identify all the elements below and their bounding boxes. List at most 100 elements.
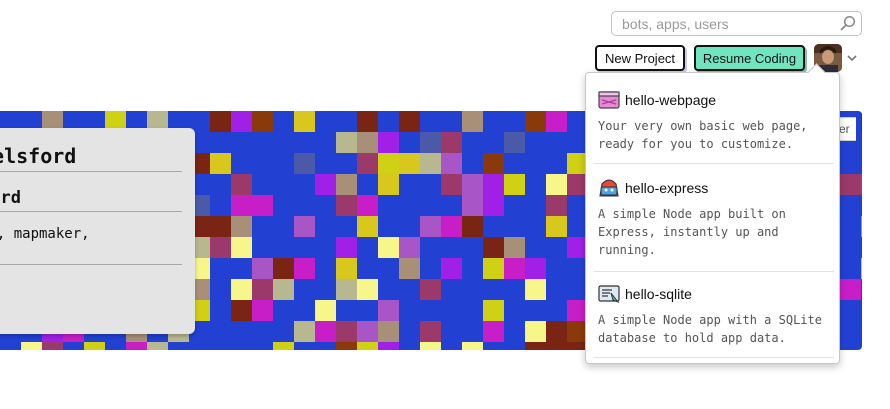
banner-pixel bbox=[231, 300, 252, 321]
banner-pixel bbox=[357, 216, 378, 237]
banner-pixel bbox=[504, 132, 525, 153]
banner-pixel bbox=[252, 258, 273, 279]
banner-pixel bbox=[84, 342, 105, 350]
menu-divider bbox=[594, 357, 834, 358]
menu-item-description: A simple Node app with a SQLite database… bbox=[598, 313, 822, 345]
banner-pixel bbox=[504, 174, 525, 195]
banner-pixel bbox=[546, 321, 567, 342]
banner-pixel bbox=[483, 153, 504, 174]
banner-pixel bbox=[231, 195, 252, 216]
banner-pixel bbox=[231, 237, 252, 258]
banner-pixel bbox=[378, 321, 399, 342]
banner-pixel bbox=[210, 216, 231, 237]
banner-pixel bbox=[147, 342, 168, 350]
banner-pixel bbox=[483, 258, 504, 279]
chevron-down-icon[interactable] bbox=[846, 53, 858, 63]
banner-pixel bbox=[420, 321, 441, 342]
new-project-dropdown: hello-webpage Your very own basic web pa… bbox=[585, 72, 840, 364]
banner-pixel bbox=[357, 111, 378, 132]
banner-pixel bbox=[357, 321, 378, 342]
banner-pixel bbox=[252, 195, 273, 216]
banner-pixel bbox=[441, 216, 462, 237]
menu-item-title: hello-express bbox=[625, 180, 709, 196]
express-icon bbox=[599, 179, 619, 197]
banner-pixel bbox=[861, 174, 862, 195]
banner-pixel bbox=[861, 111, 862, 132]
banner-pixel bbox=[462, 111, 483, 132]
banner-pixel bbox=[378, 342, 399, 350]
sqlite-icon bbox=[598, 285, 620, 304]
search-input[interactable] bbox=[611, 11, 862, 36]
banner-pixel bbox=[252, 300, 273, 321]
banner-pixel bbox=[378, 132, 399, 153]
banner-pixel bbox=[336, 342, 357, 350]
banner-pixel bbox=[483, 300, 504, 321]
banner-pixel bbox=[231, 111, 252, 132]
profile-name: relsford bbox=[0, 144, 77, 168]
banner-pixel bbox=[399, 237, 420, 258]
banner-pixel bbox=[399, 153, 420, 174]
banner-pixel bbox=[504, 237, 525, 258]
banner-pixel bbox=[462, 195, 483, 216]
banner-pixel bbox=[357, 195, 378, 216]
banner-pixel bbox=[525, 258, 546, 279]
menu-item-description: Your very own basic web page, ready for … bbox=[598, 119, 808, 151]
menu-item-hello-sqlite[interactable]: hello-sqlite A simple Node app with a SQ… bbox=[594, 283, 834, 347]
banner-pixel bbox=[378, 174, 399, 195]
banner-pixel bbox=[210, 111, 231, 132]
menu-divider bbox=[594, 163, 834, 164]
banner-pixel bbox=[861, 258, 862, 279]
webpage-icon bbox=[598, 91, 620, 109]
banner-pixel bbox=[399, 111, 420, 132]
banner-pixel bbox=[399, 258, 420, 279]
banner-pixel bbox=[273, 258, 294, 279]
banner-pixel bbox=[420, 153, 441, 174]
banner-pixel bbox=[294, 153, 315, 174]
card-divider bbox=[0, 211, 182, 212]
menu-divider bbox=[594, 271, 834, 272]
banner-pixel bbox=[294, 321, 315, 342]
banner-pixel bbox=[273, 342, 294, 350]
banner-pixel bbox=[378, 153, 399, 174]
banner-pixel bbox=[294, 216, 315, 237]
banner-pixel bbox=[483, 195, 504, 216]
resume-coding-button[interactable]: Resume Coding bbox=[694, 45, 805, 71]
banner-pixel bbox=[336, 279, 357, 300]
banner-pixel bbox=[42, 342, 63, 350]
banner-pixel bbox=[420, 342, 441, 350]
card-divider bbox=[0, 264, 182, 265]
banner-pixel bbox=[546, 195, 567, 216]
banner-pixel bbox=[336, 258, 357, 279]
banner-pixel bbox=[357, 279, 378, 300]
banner-pixel bbox=[546, 111, 567, 132]
banner-pixel bbox=[546, 216, 567, 237]
banner-pixel bbox=[357, 132, 378, 153]
banner-pixel bbox=[420, 279, 441, 300]
banner-pixel bbox=[462, 216, 483, 237]
banner-pixel bbox=[840, 174, 861, 195]
banner-pixel bbox=[252, 111, 273, 132]
menu-item-hello-express[interactable]: hello-express A simple Node app built on… bbox=[594, 177, 834, 259]
banner-pixel bbox=[336, 132, 357, 153]
banner-pixel bbox=[210, 153, 231, 174]
banner-pixel bbox=[441, 258, 462, 279]
banner-pixel bbox=[861, 216, 862, 237]
banner-pixel bbox=[483, 237, 504, 258]
banner-pixel bbox=[420, 132, 441, 153]
banner-pixel bbox=[231, 216, 252, 237]
profile-card: relsford ford er, mapmaker, bbox=[0, 128, 195, 334]
menu-item-hello-webpage[interactable]: hello-webpage Your very own basic web pa… bbox=[594, 89, 834, 153]
menu-item-description: A simple Node app built on Express, inst… bbox=[598, 207, 786, 257]
banner-pixel bbox=[357, 342, 378, 350]
menu-item-title: hello-sqlite bbox=[625, 286, 692, 302]
banner-pixel bbox=[336, 174, 357, 195]
new-project-button[interactable]: New Project bbox=[595, 45, 685, 71]
banner-pixel bbox=[462, 174, 483, 195]
banner-pixel bbox=[441, 132, 462, 153]
banner-pixel bbox=[378, 300, 399, 321]
banner-pixel bbox=[525, 321, 546, 342]
search-icon[interactable] bbox=[840, 15, 856, 31]
banner-pixel bbox=[126, 342, 147, 350]
card-divider bbox=[0, 171, 182, 172]
banner-pixel bbox=[378, 237, 399, 258]
